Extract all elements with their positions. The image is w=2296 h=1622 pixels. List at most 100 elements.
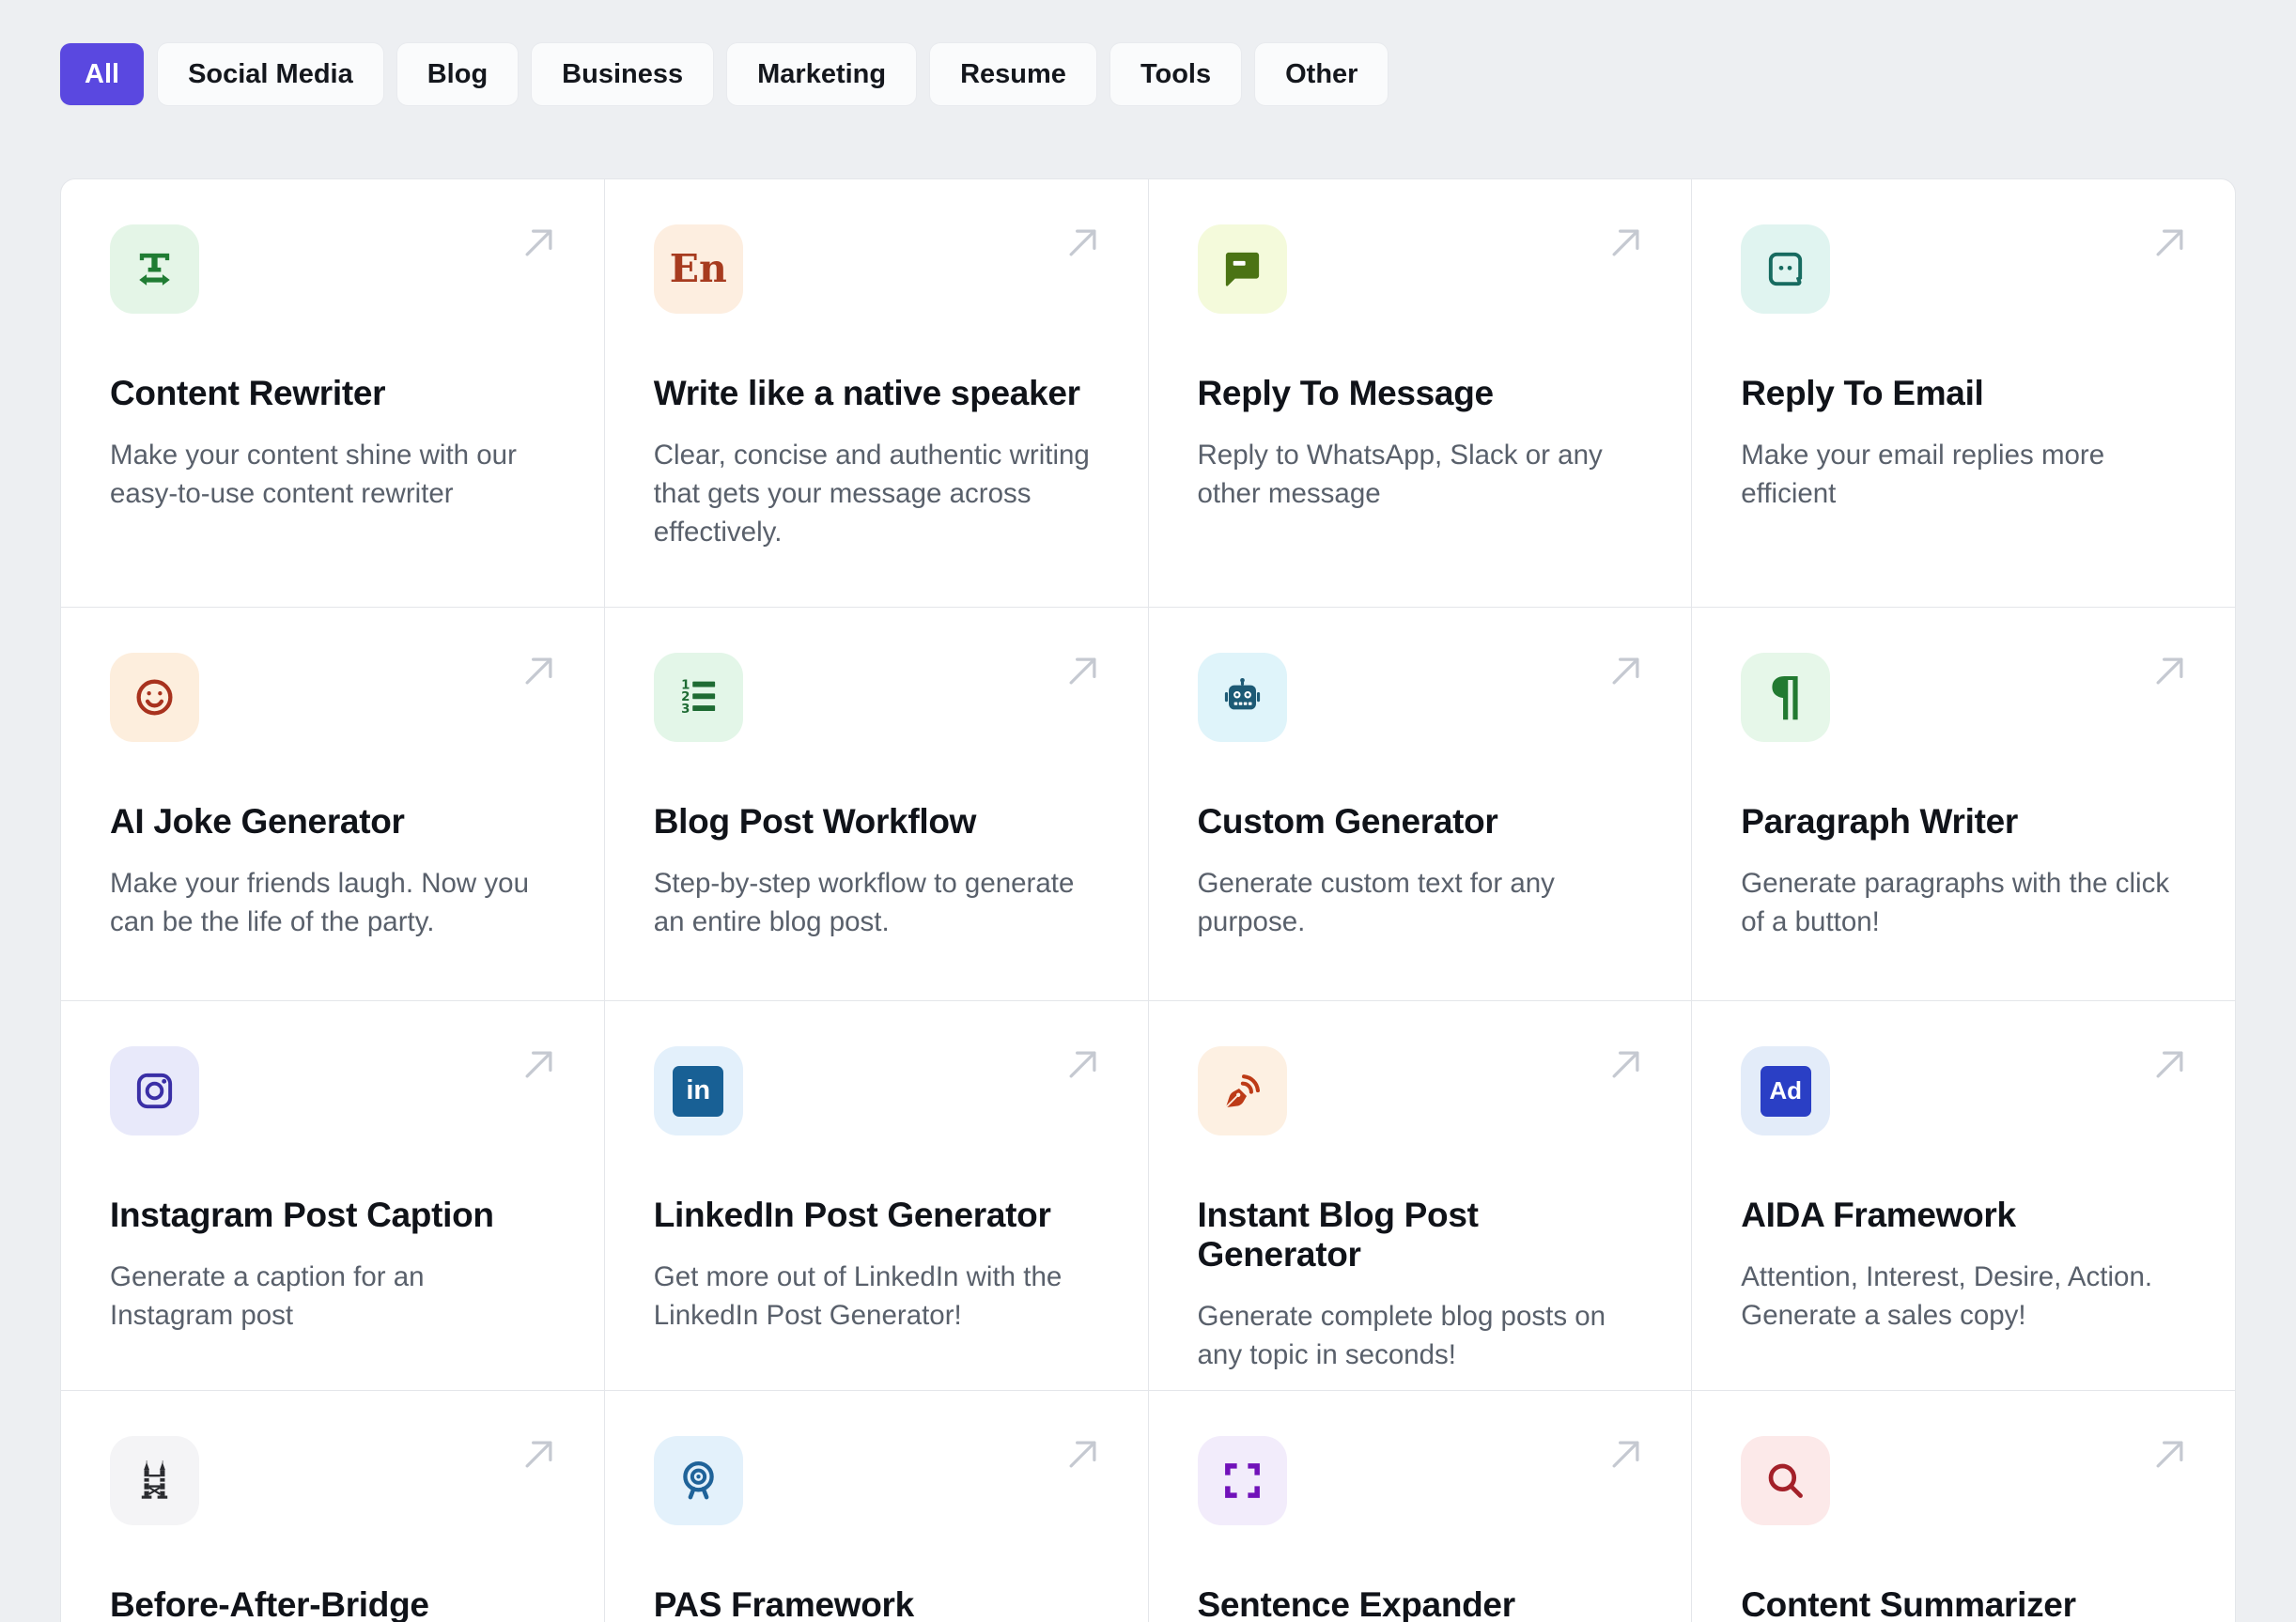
smiley-icon — [132, 675, 177, 719]
tool-description: Generate a caption for an Instagram post — [110, 1261, 425, 1331]
tool-card-linkedin-post-generator[interactable]: in LinkedIn Post Generator Get more out … — [604, 1001, 1148, 1390]
tool-icon-tile — [110, 224, 199, 314]
tool-title: Blog Post Workflow — [653, 802, 977, 841]
filter-pill-business[interactable]: Business — [532, 43, 714, 105]
tool-card-paragraph-writer[interactable]: ¶ Paragraph Writer Generate paragraphs w… — [1692, 608, 2235, 1000]
filter-pill-marketing[interactable]: Marketing — [727, 43, 917, 105]
tool-title: Reply To Message — [1197, 374, 1495, 412]
tool-card-write-like-a-native-speaker[interactable]: En Write like a native speaker Clear, co… — [604, 179, 1148, 607]
tool-card-before-after-bridge[interactable]: Before-After-Bridge — [61, 1391, 604, 1622]
external-link-arrow-icon[interactable] — [2149, 221, 2192, 264]
tool-icon-tile — [1741, 224, 1831, 314]
external-link-arrow-icon[interactable] — [1605, 649, 1648, 692]
tool-title: Sentence Expander — [1197, 1585, 1516, 1622]
filter-pill-all[interactable]: All — [60, 43, 145, 105]
tool-icon-tile — [110, 1046, 199, 1135]
tool-icon-tile — [1197, 1436, 1287, 1525]
tool-title: LinkedIn Post Generator — [653, 1196, 1051, 1234]
tool-card-aida-framework[interactable]: Ad AIDA Framework Attention, Interest, D… — [1692, 1001, 2235, 1390]
tool-icon-tile — [110, 1436, 199, 1525]
tool-description: Make your content shine with our easy-to… — [110, 440, 517, 509]
external-link-arrow-icon[interactable] — [1605, 1043, 1648, 1086]
bridge-icon — [132, 1459, 177, 1503]
tool-card-instagram-post-caption[interactable]: Instagram Post Caption Generate a captio… — [61, 1001, 604, 1390]
robot-icon — [1220, 675, 1264, 719]
expand-icon — [1220, 1459, 1264, 1503]
tool-description: Generate custom text for any purpose. — [1197, 868, 1555, 937]
external-link-arrow-icon[interactable] — [518, 1432, 561, 1475]
linkedin-icon: in — [673, 1065, 724, 1117]
external-link-arrow-icon[interactable] — [1605, 221, 1648, 264]
filter-pill-resume[interactable]: Resume — [930, 43, 1096, 105]
tool-card-instant-blog-post-generator[interactable]: Instant Blog Post Generator Generate com… — [1148, 1001, 1692, 1390]
tool-icon-tile: Ad — [1741, 1046, 1831, 1135]
tool-title: Reply To Email — [1741, 374, 1984, 412]
tool-title: Instagram Post Caption — [110, 1196, 494, 1234]
external-link-arrow-icon[interactable] — [518, 1043, 561, 1086]
text-width-icon — [132, 247, 177, 291]
tool-description: Get more out of LinkedIn with the Linked… — [653, 1261, 1063, 1331]
external-link-arrow-icon[interactable] — [2149, 1043, 2192, 1086]
tool-icon-tile — [1197, 1046, 1287, 1135]
tool-icon-tile: ¶ — [1741, 653, 1831, 742]
external-link-arrow-icon[interactable] — [1062, 221, 1105, 264]
tool-description: Generate complete blog posts on any topi… — [1197, 1301, 1606, 1370]
tool-icon-tile: En — [653, 224, 743, 314]
tool-card-sentence-expander[interactable]: Sentence Expander — [1148, 1391, 1692, 1622]
instagram-icon — [132, 1069, 177, 1113]
external-link-arrow-icon[interactable] — [518, 221, 561, 264]
tool-card-ai-joke-generator[interactable]: AI Joke Generator Make your friends laug… — [61, 608, 604, 1000]
tool-description: Attention, Interest, Desire, Action. Gen… — [1741, 1261, 2153, 1331]
ad-badge-icon: Ad — [1760, 1065, 1811, 1117]
pilcrow-icon: ¶ — [1768, 666, 1803, 728]
external-link-arrow-icon[interactable] — [1062, 1043, 1105, 1086]
filter-pill-tools[interactable]: Tools — [1109, 43, 1242, 105]
tool-description: Make your email replies more efficient — [1741, 440, 2105, 509]
tool-card-reply-to-message[interactable]: Reply To Message Reply to WhatsApp, Slac… — [1148, 179, 1692, 607]
tool-card-content-summarizer[interactable]: Content Summarizer — [1692, 1391, 2235, 1622]
tool-icon-tile — [1741, 1436, 1831, 1525]
tool-card-blog-post-workflow[interactable]: 123 Blog Post Workflow Step-by-step work… — [604, 608, 1148, 1000]
tools-grid: Content Rewriter Make your content shine… — [60, 178, 2236, 1622]
chat-bubble-icon — [1220, 247, 1264, 291]
tool-card-pas-framework[interactable]: PAS Framework — [604, 1391, 1148, 1622]
magnifier-icon — [1763, 1459, 1807, 1503]
external-link-arrow-icon[interactable] — [2149, 1432, 2192, 1475]
tool-title: Content Summarizer — [1741, 1585, 2076, 1622]
tool-icon-tile: in — [653, 1046, 743, 1135]
tool-icon-tile: 123 — [653, 653, 743, 742]
tool-title: Custom Generator — [1197, 802, 1498, 841]
external-link-arrow-icon[interactable] — [1605, 1432, 1648, 1475]
svg-text:3: 3 — [681, 703, 690, 717]
filter-pill-blog[interactable]: Blog — [396, 43, 519, 105]
english-letters-icon: En — [669, 246, 727, 291]
tool-description: Reply to WhatsApp, Slack or any other me… — [1197, 440, 1603, 509]
external-link-arrow-icon[interactable] — [1062, 1432, 1105, 1475]
external-link-arrow-icon[interactable] — [1062, 649, 1105, 692]
tool-title: AI Joke Generator — [110, 802, 405, 841]
filter-pill-social-media[interactable]: Social Media — [158, 43, 383, 105]
tool-icon-tile — [653, 1436, 743, 1525]
tool-description: Step-by-step workflow to generate an ent… — [653, 868, 1075, 937]
tool-card-custom-generator[interactable]: Custom Generator Generate custom text fo… — [1148, 608, 1692, 1000]
tool-title: AIDA Framework — [1741, 1196, 2016, 1234]
filter-bar: All Social Media Blog Business Marketing Resu… — [0, 0, 2296, 105]
pen-signal-icon — [1220, 1069, 1264, 1113]
external-link-arrow-icon[interactable] — [2149, 649, 2192, 692]
tool-description: Make your friends laugh. Now you can be … — [110, 868, 530, 937]
tool-title: PAS Framework — [653, 1585, 914, 1622]
tool-title: Paragraph Writer — [1741, 802, 2018, 841]
tool-icon-tile — [110, 653, 199, 742]
tool-description: Generate paragraphs with the click of a … — [1741, 868, 2170, 937]
tool-description: Clear, concise and authentic writing tha… — [653, 440, 1090, 548]
tool-card-content-rewriter[interactable]: Content Rewriter Make your content shine… — [61, 179, 604, 607]
tool-title: Content Rewriter — [110, 374, 386, 412]
tool-card-reply-to-email[interactable]: Reply To Email Make your email replies m… — [1692, 179, 2235, 607]
filter-pill-other[interactable]: Other — [1255, 43, 1388, 105]
external-link-arrow-icon[interactable] — [518, 649, 561, 692]
chat-dots-icon — [1763, 247, 1807, 291]
target-icon — [676, 1459, 721, 1503]
tool-title: Write like a native speaker — [653, 374, 1080, 412]
tool-icon-tile — [1197, 224, 1287, 314]
tool-title: Before-After-Bridge — [110, 1585, 429, 1622]
